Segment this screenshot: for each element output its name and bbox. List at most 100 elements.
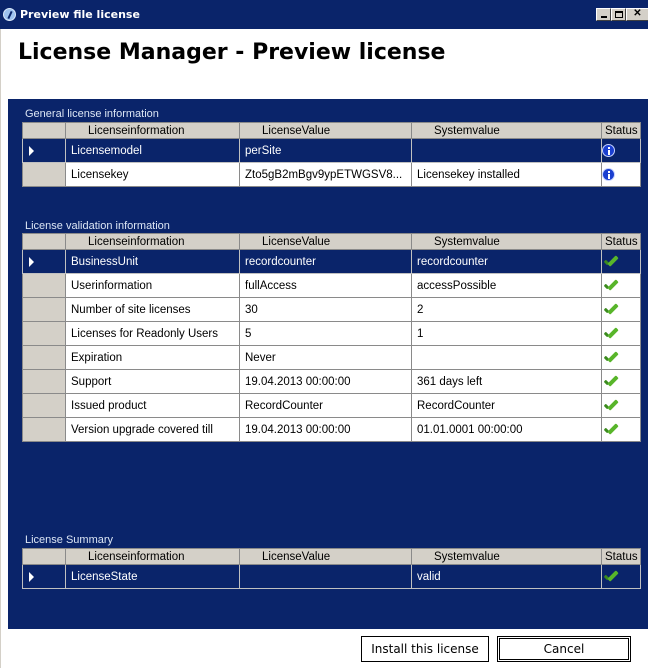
- row-selector[interactable]: [22, 345, 66, 370]
- row-pointer-icon: [29, 146, 34, 156]
- cell-info[interactable]: BusinessUnit: [65, 249, 240, 274]
- row-selector[interactable]: [22, 162, 66, 187]
- column-header-system[interactable]: Systemvalue: [411, 122, 602, 139]
- row-selector[interactable]: [22, 249, 66, 274]
- cell-status[interactable]: [601, 273, 641, 298]
- row-selector[interactable]: [22, 297, 66, 322]
- cell-info[interactable]: Userinformation: [65, 273, 240, 298]
- row-header-corner[interactable]: [22, 233, 66, 250]
- title-bar[interactable]: Preview file license ✕: [0, 0, 648, 29]
- column-header-status[interactable]: Status: [601, 122, 641, 139]
- row-selector[interactable]: [22, 369, 66, 394]
- cell-status[interactable]: [601, 297, 641, 322]
- cell-status[interactable]: [601, 417, 641, 442]
- row-selector[interactable]: [22, 564, 66, 589]
- cell-system[interactable]: 1: [411, 321, 602, 346]
- row-selector[interactable]: [22, 138, 66, 163]
- check-icon: [603, 570, 621, 584]
- cell-status[interactable]: [601, 369, 641, 394]
- column-header-value[interactable]: LicenseValue: [239, 548, 412, 565]
- row-selector[interactable]: [22, 417, 66, 442]
- table-row[interactable]: Number of site licenses 30 2: [22, 297, 641, 322]
- cell-system[interactable]: 01.01.0001 00:00:00: [411, 417, 602, 442]
- row-header-corner[interactable]: [22, 548, 66, 565]
- cell-value[interactable]: 5: [239, 321, 412, 346]
- cell-info[interactable]: Number of site licenses: [65, 297, 240, 322]
- cell-status[interactable]: [601, 345, 641, 370]
- column-header-info[interactable]: Licenseinformation: [65, 548, 240, 565]
- minimize-button[interactable]: [596, 8, 611, 21]
- table-row[interactable]: Expiration Never: [22, 345, 641, 370]
- cell-value[interactable]: RecordCounter: [239, 393, 412, 418]
- cell-value[interactable]: Never: [239, 345, 412, 370]
- cell-status[interactable]: [601, 162, 641, 187]
- cell-info[interactable]: Licenses for Readonly Users: [65, 321, 240, 346]
- cell-system[interactable]: [411, 138, 602, 163]
- cell-info[interactable]: Expiration: [65, 345, 240, 370]
- cell-status[interactable]: [601, 564, 641, 589]
- row-header-corner[interactable]: [22, 122, 66, 139]
- cell-system[interactable]: RecordCounter: [411, 393, 602, 418]
- cell-info[interactable]: Issued product: [65, 393, 240, 418]
- cell-system[interactable]: [411, 345, 602, 370]
- column-header-info[interactable]: Licenseinformation: [65, 233, 240, 250]
- check-icon: [603, 351, 621, 365]
- window-title: Preview file license: [20, 8, 140, 21]
- cell-info[interactable]: Licensekey: [65, 162, 240, 187]
- column-header-system[interactable]: Systemvalue: [411, 233, 602, 250]
- row-selector[interactable]: [22, 393, 66, 418]
- cell-system[interactable]: accessPossible: [411, 273, 602, 298]
- cell-value[interactable]: 19.04.2013 00:00:00: [239, 369, 412, 394]
- cell-system[interactable]: 2: [411, 297, 602, 322]
- cell-value[interactable]: fullAccess: [239, 273, 412, 298]
- check-icon: [603, 399, 621, 413]
- column-header-info[interactable]: Licenseinformation: [65, 122, 240, 139]
- maximize-button[interactable]: [611, 8, 626, 21]
- cell-info[interactable]: Version upgrade covered till: [65, 417, 240, 442]
- table-row[interactable]: Licensemodel perSite: [22, 138, 641, 163]
- check-icon: [603, 327, 621, 341]
- table-row[interactable]: Issued product RecordCounter RecordCounter: [22, 393, 641, 418]
- cell-value[interactable]: perSite: [239, 138, 412, 163]
- install-license-button[interactable]: Install this license: [361, 636, 489, 662]
- section-label-summary: License Summary: [25, 534, 114, 546]
- cancel-button[interactable]: Cancel: [497, 636, 631, 662]
- cell-system[interactable]: Licensekey installed: [411, 162, 602, 187]
- cell-status[interactable]: [601, 393, 641, 418]
- table-row[interactable]: Version upgrade covered till 19.04.2013 0…: [22, 417, 641, 442]
- check-icon: [603, 279, 621, 293]
- column-header-status[interactable]: Status: [601, 233, 641, 250]
- cell-status[interactable]: [601, 249, 641, 274]
- cell-value[interactable]: 30: [239, 297, 412, 322]
- table-row[interactable]: Licensekey Zto5gB2mBgv9ypETWGSV8... Licens…: [22, 162, 641, 187]
- cell-info[interactable]: LicenseState: [65, 564, 240, 589]
- row-selector[interactable]: [22, 321, 66, 346]
- cell-status[interactable]: [601, 138, 641, 163]
- cell-info[interactable]: Support: [65, 369, 240, 394]
- cell-status[interactable]: [601, 321, 641, 346]
- column-header-value[interactable]: LicenseValue: [239, 233, 412, 250]
- close-icon: ✕: [633, 8, 642, 19]
- table-row[interactable]: Userinformation fullAccess accessPossible: [22, 273, 641, 298]
- table-row[interactable]: BusinessUnit recordcounter recordcounter: [22, 249, 641, 274]
- table-row[interactable]: Licenses for Readonly Users 5 1: [22, 321, 641, 346]
- cell-value[interactable]: 19.04.2013 00:00:00: [239, 417, 412, 442]
- section-label-validation: License validation information: [25, 220, 170, 232]
- window-border: [0, 29, 8, 668]
- close-button[interactable]: ✕: [626, 8, 648, 21]
- cell-value[interactable]: [239, 564, 412, 589]
- column-header-status[interactable]: Status: [601, 548, 641, 565]
- cell-system[interactable]: recordcounter: [411, 249, 602, 274]
- column-header-system[interactable]: Systemvalue: [411, 548, 602, 565]
- maximize-icon: [614, 11, 623, 18]
- cell-system[interactable]: 361 days left: [411, 369, 602, 394]
- row-selector[interactable]: [22, 273, 66, 298]
- table-row[interactable]: LicenseState valid: [22, 564, 641, 589]
- column-header-value[interactable]: LicenseValue: [239, 122, 412, 139]
- cell-value[interactable]: recordcounter: [239, 249, 412, 274]
- table-row[interactable]: Support 19.04.2013 00:00:00 361 days left: [22, 369, 641, 394]
- cell-system[interactable]: valid: [411, 564, 602, 589]
- minimize-icon: [600, 16, 607, 18]
- cell-info[interactable]: Licensemodel: [65, 138, 240, 163]
- cell-value[interactable]: Zto5gB2mBgv9ypETWGSV8...: [239, 162, 412, 187]
